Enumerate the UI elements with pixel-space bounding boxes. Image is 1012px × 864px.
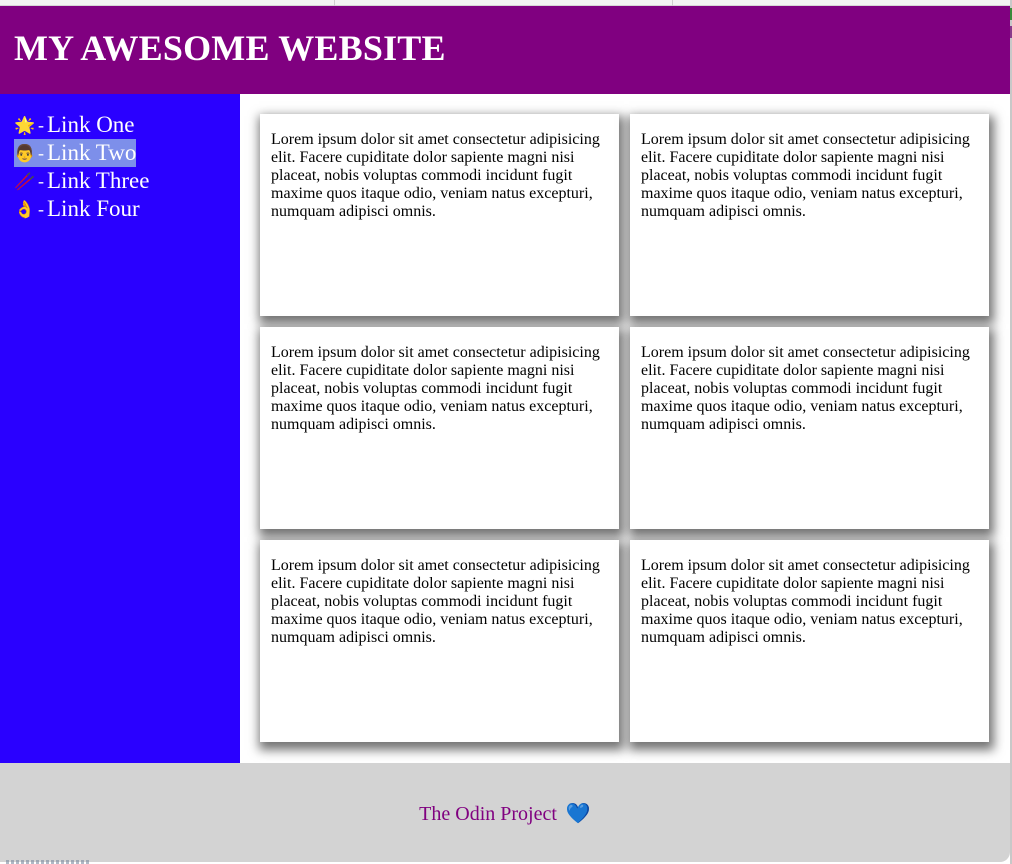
sidebar: 🌟 - Link One 👨 - Link Two 🥢 - Link Three… bbox=[0, 94, 240, 763]
glowing-star-icon: 🌟 bbox=[14, 115, 36, 135]
ok-hand-icon: 👌 bbox=[14, 199, 36, 219]
link-separator: - bbox=[38, 170, 44, 191]
content-card: Lorem ipsum dolor sit amet consectetur a… bbox=[260, 540, 619, 742]
link-separator: - bbox=[38, 198, 44, 219]
cropped-status-fragment bbox=[6, 860, 90, 864]
site-header: MY AWESOME WEBSITE bbox=[0, 6, 1010, 94]
content-card: Lorem ipsum dolor sit amet consectetur a… bbox=[260, 114, 619, 316]
card-text: Lorem ipsum dolor sit amet consectetur a… bbox=[641, 557, 970, 646]
content-card: Lorem ipsum dolor sit amet consectetur a… bbox=[260, 327, 619, 529]
card-text: Lorem ipsum dolor sit amet consectetur a… bbox=[641, 131, 970, 220]
footer-credit: The Odin Project 💙 bbox=[419, 799, 591, 826]
man-face-icon: 👨 bbox=[14, 143, 36, 163]
sidebar-link-label: Link One bbox=[47, 112, 135, 137]
sidebar-link-label: Link Two bbox=[47, 140, 137, 165]
sidebar-link-label: Link Three bbox=[47, 168, 150, 193]
blue-heart-icon: 💙 bbox=[565, 803, 591, 825]
main-content: Lorem ipsum dolor sit amet consectetur a… bbox=[240, 94, 1010, 763]
card-text: Lorem ipsum dolor sit amet consectetur a… bbox=[271, 131, 600, 220]
sidebar-link-two[interactable]: 👨 - Link Two bbox=[14, 139, 137, 167]
content-card: Lorem ipsum dolor sit amet consectetur a… bbox=[630, 540, 989, 742]
sidebar-link-one[interactable]: 🌟 - Link One bbox=[14, 111, 135, 139]
sidebar-link-label: Link Four bbox=[47, 196, 140, 221]
chopsticks-icon: 🥢 bbox=[14, 171, 36, 191]
link-separator: - bbox=[38, 142, 44, 163]
footer-text: The Odin Project bbox=[419, 803, 557, 825]
link-separator: - bbox=[38, 114, 44, 135]
card-text: Lorem ipsum dolor sit amet consectetur a… bbox=[641, 344, 970, 433]
card-text: Lorem ipsum dolor sit amet consectetur a… bbox=[271, 344, 600, 433]
sidebar-link-four[interactable]: 👌 - Link Four bbox=[14, 195, 140, 223]
content-card: Lorem ipsum dolor sit amet consectetur a… bbox=[630, 114, 989, 316]
site-title: MY AWESOME WEBSITE bbox=[14, 28, 446, 68]
content-card: Lorem ipsum dolor sit amet consectetur a… bbox=[630, 327, 989, 529]
sidebar-link-three[interactable]: 🥢 - Link Three bbox=[14, 167, 149, 195]
site-footer: The Odin Project 💙 bbox=[0, 763, 1010, 862]
card-text: Lorem ipsum dolor sit amet consectetur a… bbox=[271, 557, 600, 646]
